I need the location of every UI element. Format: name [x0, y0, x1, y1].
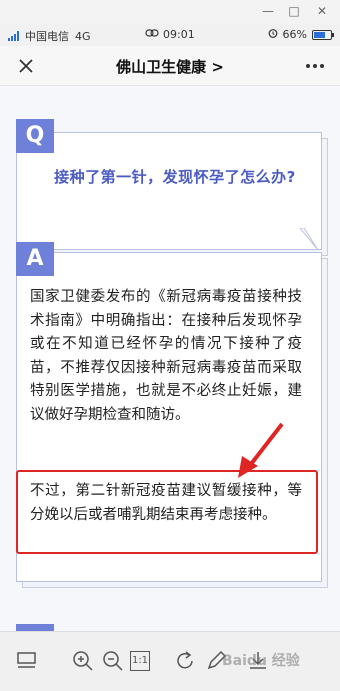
status-time: 09:01 [163, 28, 195, 41]
zoom-out-icon[interactable] [100, 648, 126, 674]
app-titlebar: 佛山卫生健康 > [0, 46, 340, 86]
battery-icon [312, 29, 334, 40]
red-arrow-icon [238, 422, 284, 478]
status-bar: 中国电信 4G 09:01 66% [0, 24, 340, 46]
actual-size-button[interactable]: 1:1 [130, 651, 150, 671]
rotate-icon[interactable] [172, 648, 198, 674]
question-card [16, 132, 322, 250]
window-titlebar: — □ ✕ [0, 0, 340, 24]
answer-paragraph-2: 不过，第二针新冠疫苗建议暂缓接种，等分娩以后或者哺乳期结束再考虑接种。 [30, 483, 302, 523]
page-title[interactable]: 佛山卫生健康 > [90, 56, 250, 77]
battery-percent: 66% [282, 28, 307, 41]
watermark: Baidu 经验 [222, 653, 300, 669]
zoom-in-icon[interactable] [70, 648, 96, 674]
next-section-badge [16, 624, 54, 631]
answer-paragraph-1: 国家卫健委发布的《新冠病毒疫苗接种技术指南》中明确指出：在接种后发现怀孕或在不知… [30, 289, 302, 423]
answer-badge: A [16, 242, 54, 276]
alarm-icon [268, 28, 278, 41]
carrier-label: 中国电信 [25, 30, 69, 43]
minimize-button[interactable]: — [256, 2, 280, 20]
layout-icon[interactable] [14, 648, 40, 674]
window-close-button[interactable]: ✕ [310, 2, 334, 20]
link-icon [145, 28, 159, 41]
signal-icon [8, 31, 19, 41]
close-icon[interactable] [14, 54, 38, 78]
speech-tail [300, 228, 318, 250]
network-label: 4G [75, 29, 91, 43]
article-content[interactable]: Q 接种了第一针，发现怀孕了怎么办? A 国家卫健委发布的《新冠病毒疫苗接种技术… [0, 86, 340, 631]
maximize-button[interactable]: □ [282, 2, 306, 20]
question-badge: Q [16, 119, 54, 153]
more-icon[interactable] [302, 54, 328, 78]
question-text: 接种了第一针，发现怀孕了怎么办? [54, 168, 296, 186]
